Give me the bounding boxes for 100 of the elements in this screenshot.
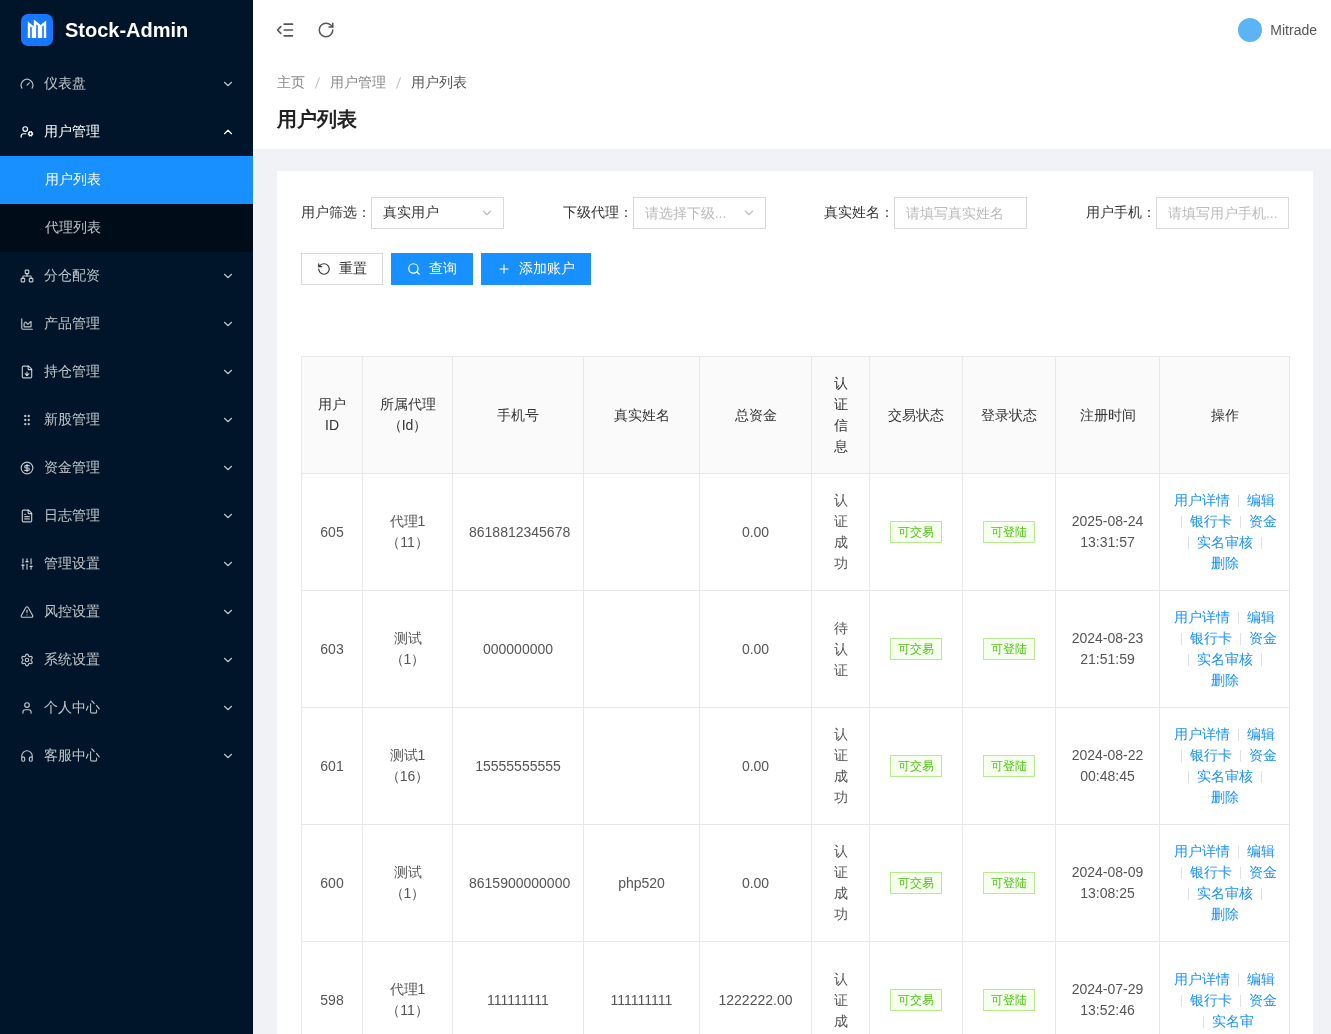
action-link[interactable]: 删除 — [1210, 670, 1239, 691]
status-tag: 可交易 — [890, 638, 942, 660]
reset-button[interactable]: 重置 — [301, 253, 383, 285]
menu-item[interactable]: 资金管理 — [0, 444, 253, 492]
action-link[interactable]: 用户详情 — [1174, 724, 1230, 745]
table-cell: 598 — [301, 941, 363, 1034]
action-link[interactable]: 编辑 — [1247, 968, 1275, 990]
action-link[interactable]: 删除 — [1210, 787, 1239, 808]
menu-item[interactable]: 分仓配资 — [0, 252, 253, 300]
input-field[interactable]: 请填写真实姓名 — [894, 197, 1028, 229]
table-cell: 2024-08-22 00:48:45 — [1055, 707, 1160, 825]
status-tag: 可交易 — [890, 755, 942, 777]
filter-label: 真实姓名： — [824, 204, 895, 222]
menu-item[interactable]: 用户管理 — [0, 108, 253, 156]
table-cell: 15555555555 — [452, 707, 584, 825]
column-header: 手机号 — [452, 356, 584, 474]
action-link[interactable]: 资金 — [1248, 989, 1277, 1011]
action-link[interactable]: 删除 — [1210, 904, 1239, 925]
column-header: 所属代理（Id） — [362, 356, 453, 474]
table-cell: 0.00 — [699, 590, 812, 708]
table-cell: 605 — [301, 473, 363, 591]
column-header: 认证信息 — [811, 356, 870, 474]
action-link[interactable]: 编辑 — [1247, 607, 1275, 628]
action-link[interactable]: 实名审 — [1212, 1010, 1254, 1032]
action-link[interactable]: 实名审核 — [1196, 766, 1253, 787]
table-cell: 600 — [301, 824, 363, 942]
action-link[interactable]: 删除 — [1210, 553, 1239, 574]
menu-item[interactable]: 系统设置 — [0, 636, 253, 684]
user-name[interactable]: Mitrade — [1270, 22, 1317, 38]
action-link[interactable]: 实名审核 — [1196, 883, 1253, 904]
action-link[interactable]: 用户详情 — [1174, 968, 1230, 990]
action-link[interactable]: 资金 — [1248, 862, 1277, 883]
action-link[interactable]: 银行卡 — [1189, 745, 1232, 766]
menu-item[interactable]: 新股管理 — [0, 396, 253, 444]
table-cell: 0.00 — [699, 707, 812, 825]
action-link[interactable]: 编辑 — [1247, 841, 1275, 862]
action-link[interactable]: 用户详情 — [1174, 490, 1230, 511]
column-header: 总资金 — [699, 356, 812, 474]
add-button[interactable]: 添加账户 — [481, 253, 591, 285]
column-header: 用户ID — [301, 356, 363, 474]
collapse-menu-icon[interactable] — [275, 20, 295, 40]
logo-icon — [21, 14, 53, 46]
table-cell: 2025-08-24 13:31:57 — [1055, 473, 1160, 591]
action-link[interactable]: 用户详情 — [1174, 841, 1230, 862]
status-tag: 可登陆 — [983, 872, 1035, 894]
select-field[interactable]: 真实用户 — [371, 197, 504, 229]
table-cell: 8615900000000 — [452, 824, 584, 942]
brand-name: Stock-Admin — [65, 18, 189, 42]
action-link[interactable]: 编辑 — [1247, 490, 1275, 511]
input-field[interactable]: 请填写用户手机... — [1155, 197, 1289, 229]
submenu-item[interactable]: 代理列表 — [0, 204, 253, 252]
refresh-icon[interactable] — [317, 21, 335, 39]
menu-item[interactable]: 仪表盘 — [0, 60, 253, 108]
table-cell: 0.00 — [699, 824, 812, 942]
menu-item[interactable]: 管理设置 — [0, 540, 253, 588]
settings-icon — [20, 653, 34, 667]
warning-icon — [20, 605, 34, 619]
status-tag: 可交易 — [890, 989, 942, 1011]
column-header: 真实姓名 — [583, 356, 700, 474]
action-link[interactable]: 银行卡 — [1189, 511, 1232, 532]
table-cell: 待认证 — [811, 590, 870, 708]
menu-item[interactable]: 日志管理 — [0, 492, 253, 540]
search-button[interactable]: 查询 — [391, 253, 473, 285]
sliders-icon — [20, 557, 34, 571]
status-tag: 可登陆 — [983, 755, 1035, 777]
table-cell: php520 — [583, 824, 700, 942]
reset-icon — [317, 262, 331, 276]
select-field[interactable]: 请选择下级... — [632, 197, 766, 229]
table-cell: 8618812345678 — [452, 473, 584, 591]
breadcrumb-link[interactable]: 用户管理 — [330, 74, 386, 92]
filter-label: 下级代理： — [562, 204, 633, 222]
search-icon — [407, 262, 421, 276]
action-link[interactable]: 银行卡 — [1189, 989, 1232, 1011]
action-link[interactable]: 银行卡 — [1189, 628, 1232, 649]
menu-item[interactable]: 风控设置 — [0, 588, 253, 636]
table-cell: 认证成功 — [811, 824, 870, 942]
table-cell: 601 — [301, 707, 363, 825]
plus-icon — [497, 262, 511, 276]
area-chart-icon — [20, 317, 34, 331]
page-title: 用户列表 — [277, 107, 358, 132]
action-link[interactable]: 资金 — [1248, 628, 1277, 649]
action-link[interactable]: 资金 — [1248, 511, 1277, 532]
menu-item[interactable]: 持仓管理 — [0, 348, 253, 396]
action-link[interactable]: 银行卡 — [1189, 862, 1232, 883]
action-link[interactable]: 资金 — [1248, 745, 1277, 766]
action-link[interactable]: 编辑 — [1247, 724, 1275, 745]
user-icon — [20, 125, 34, 139]
menu-item[interactable]: 产品管理 — [0, 300, 253, 348]
menu-item[interactable]: 个人中心 — [0, 684, 253, 732]
status-tag: 可交易 — [890, 872, 942, 894]
submenu-item[interactable]: 用户列表 — [0, 156, 253, 204]
dollar-icon — [20, 461, 34, 475]
menu-item[interactable]: 客服中心 — [0, 732, 253, 780]
action-link[interactable]: 实名审核 — [1196, 649, 1253, 670]
table-cell: 认证成功 — [811, 473, 870, 591]
breadcrumb-link[interactable]: 用户列表 — [411, 74, 467, 92]
filter-label: 用户手机： — [1085, 204, 1156, 222]
action-link[interactable]: 用户详情 — [1174, 607, 1230, 628]
action-link[interactable]: 实名审核 — [1196, 532, 1253, 553]
breadcrumb-link[interactable]: 主页 — [277, 74, 305, 92]
